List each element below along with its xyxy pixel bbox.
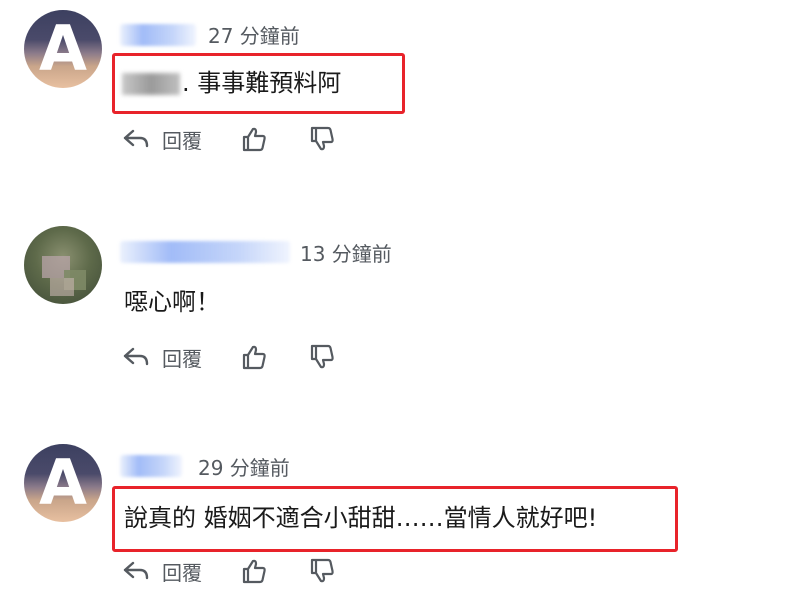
reply-button[interactable]: 回覆 [122,343,202,372]
reply-arrow-icon [122,127,150,151]
avatar-letter: A [39,446,87,519]
reply-arrow-icon [122,345,150,369]
username-redacted[interactable] [120,241,290,263]
redacted-text [122,73,180,95]
avatar[interactable] [24,226,102,304]
thumbs-up-icon[interactable] [240,557,268,585]
reply-button[interactable]: 回覆 [122,125,202,154]
thumbs-down-icon[interactable] [308,125,336,153]
reply-button[interactable]: 回覆 [122,557,202,586]
comment-text: . 事事難預料阿 [122,66,341,100]
comment-timestamp: 13 分鐘前 [300,242,392,266]
comment-actions: 回覆 [122,340,336,374]
thumbs-up-icon[interactable] [240,125,268,153]
username-redacted[interactable] [120,455,182,477]
avatar[interactable]: A [24,444,102,522]
thumbs-up-icon[interactable] [240,343,268,371]
avatar[interactable]: A [24,10,102,88]
reply-label: 回覆 [162,128,202,153]
thumbs-down-icon[interactable] [308,557,336,585]
comment-text: 說真的 婚姻不適合小甜甜……當情人就好吧! [124,504,598,532]
reply-arrow-icon [122,559,150,583]
comment-timestamp: 29 分鐘前 [198,456,290,480]
username-redacted[interactable] [120,24,196,46]
comment-text: 噁心啊！ [124,288,220,316]
thumbs-down-icon[interactable] [308,343,336,371]
comment-actions: 回覆 [122,554,336,588]
comment-actions: 回覆 [122,122,336,156]
comment-timestamp: 27 分鐘前 [208,24,300,48]
reply-label: 回覆 [162,560,202,585]
avatar-letter: A [39,12,87,85]
reply-label: 回覆 [162,346,202,371]
comment-text-content: . 事事難預料阿 [182,69,342,97]
